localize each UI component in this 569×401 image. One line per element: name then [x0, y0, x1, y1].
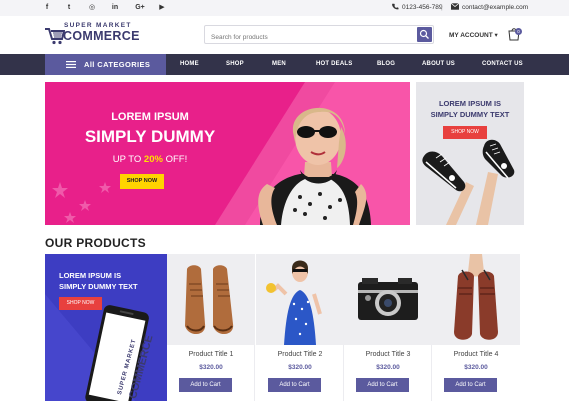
product-title[interactable]: Product Title 1: [167, 351, 255, 358]
add-to-cart-button[interactable]: Add to Cart: [268, 378, 321, 392]
search-input[interactable]: [205, 29, 405, 46]
hero-banner[interactable]: LOREM IPSUM SIMPLY DUMMY UP TO 20% OFF! …: [45, 82, 410, 225]
twitter-icon[interactable]: t: [63, 3, 75, 13]
product-title[interactable]: Product Title 3: [344, 351, 432, 358]
product-price: $320.00: [288, 364, 312, 371]
vintage-camera-image: [358, 278, 418, 320]
hero-heading-line2: SIMPLY DUMMY: [84, 127, 216, 146]
my-account-menu[interactable]: MY ACCOUNT ▾: [449, 31, 498, 39]
youtube-icon[interactable]: ▶: [156, 3, 168, 13]
add-to-cart-button[interactable]: Add to Cart: [444, 378, 497, 392]
promo-line1: LOREM IPSUM IS: [59, 271, 122, 280]
nav-shop[interactable]: SHOP: [226, 54, 244, 75]
cart-count-badge: 0: [515, 28, 522, 35]
promo-shop-now-button[interactable]: SHOP NOW: [59, 297, 102, 310]
product-image[interactable]: [256, 254, 344, 345]
logo-cart-icon[interactable]: [45, 27, 65, 45]
nav-men[interactable]: MEN: [272, 54, 286, 75]
blue-dress-model-image: [266, 260, 322, 345]
phone-icon: [392, 3, 399, 10]
product-title[interactable]: Product Title 2: [256, 351, 344, 358]
search-icon: [419, 29, 429, 39]
google-plus-icon[interactable]: G+: [133, 3, 147, 13]
product-image[interactable]: [344, 254, 432, 345]
contact-separator: |: [441, 4, 443, 11]
add-to-cart-button[interactable]: Add to Cart: [356, 378, 409, 392]
side-banner[interactable]: LOREM IPSUM IS SIMPLY DUMMY TEXT SHOP NOW: [416, 82, 524, 225]
add-to-cart-button[interactable]: Add to Cart: [179, 378, 232, 392]
all-categories-label: All CATEGORIES: [84, 60, 151, 69]
linkedin-icon[interactable]: in: [109, 3, 121, 13]
instagram-icon[interactable]: ◎: [86, 3, 98, 13]
nav-blog[interactable]: BLOG: [377, 54, 395, 75]
site-header: SUPER MARKET COMMERCE MY ACCOUNT ▾ 0: [0, 16, 569, 54]
hand-holding-shoes-image: [454, 254, 498, 340]
facebook-icon[interactable]: f: [41, 3, 53, 13]
search-box: [204, 25, 434, 46]
nav-hot-deals[interactable]: HOT DEALS: [316, 54, 352, 75]
menu-icon: [66, 61, 76, 68]
logo-line2[interactable]: COMMERCE: [63, 29, 140, 43]
email-contact[interactable]: contact@example.com: [451, 3, 528, 13]
nav-about-us[interactable]: ABOUT US: [422, 54, 455, 75]
product-card[interactable]: Product Title 3 $320.00 Add to Cart: [344, 254, 432, 401]
logo-line1[interactable]: SUPER MARKET: [64, 22, 132, 29]
product-card[interactable]: Product Title 2 $320.00 Add to Cart: [256, 254, 344, 401]
envelope-icon: [451, 3, 459, 10]
brown-shoes-image: [185, 265, 234, 335]
hero-offer-prefix: UP TO: [112, 154, 144, 165]
sneakers-image: [422, 139, 515, 225]
email-address: contact@example.com: [462, 4, 529, 11]
main-nav: All CATEGORIES HOME SHOP MEN HOT DEALS B…: [0, 54, 569, 75]
top-bar: f t ◎ in G+ ▶ 0123-456-789 | contact@exa…: [0, 0, 569, 16]
product-price: $320.00: [376, 364, 400, 371]
phone-number: 0123-456-789: [402, 4, 443, 11]
product-card[interactable]: Product Title 4 $320.00 Add to Cart: [432, 254, 520, 401]
product-price: $320.00: [199, 364, 223, 371]
nav-contact-us[interactable]: CONTACT US: [482, 54, 523, 75]
product-card[interactable]: Product Title 1 $320.00 Add to Cart: [167, 254, 255, 401]
hero-offer-suffix: OFF!: [162, 154, 188, 165]
search-button[interactable]: [417, 27, 432, 42]
hero-offer-text: UP TO 20% OFF!: [45, 154, 255, 165]
products-promo-banner[interactable]: LOREM IPSUM IS SIMPLY DUMMY TEXT SHOP NOW…: [45, 254, 167, 401]
product-image[interactable]: [167, 254, 255, 345]
hero-shop-now-button[interactable]: SHOP NOW: [120, 174, 164, 189]
phone-contact[interactable]: 0123-456-789: [391, 3, 442, 13]
our-products-title: OUR PRODUCTS: [45, 236, 146, 250]
promo-line2: SIMPLY DUMMY TEXT: [59, 282, 138, 291]
hero-heading-line1: LOREM IPSUM: [111, 111, 189, 123]
product-title[interactable]: Product Title 4: [432, 351, 520, 358]
all-categories-button[interactable]: All CATEGORIES: [45, 54, 166, 75]
product-image[interactable]: [432, 254, 520, 345]
hero-offer-highlight: 20%: [143, 154, 163, 165]
nav-home[interactable]: HOME: [180, 54, 199, 75]
product-price: $320.00: [464, 364, 488, 371]
promo-heading: LOREM IPSUM IS SIMPLY DUMMY TEXT: [59, 270, 159, 292]
